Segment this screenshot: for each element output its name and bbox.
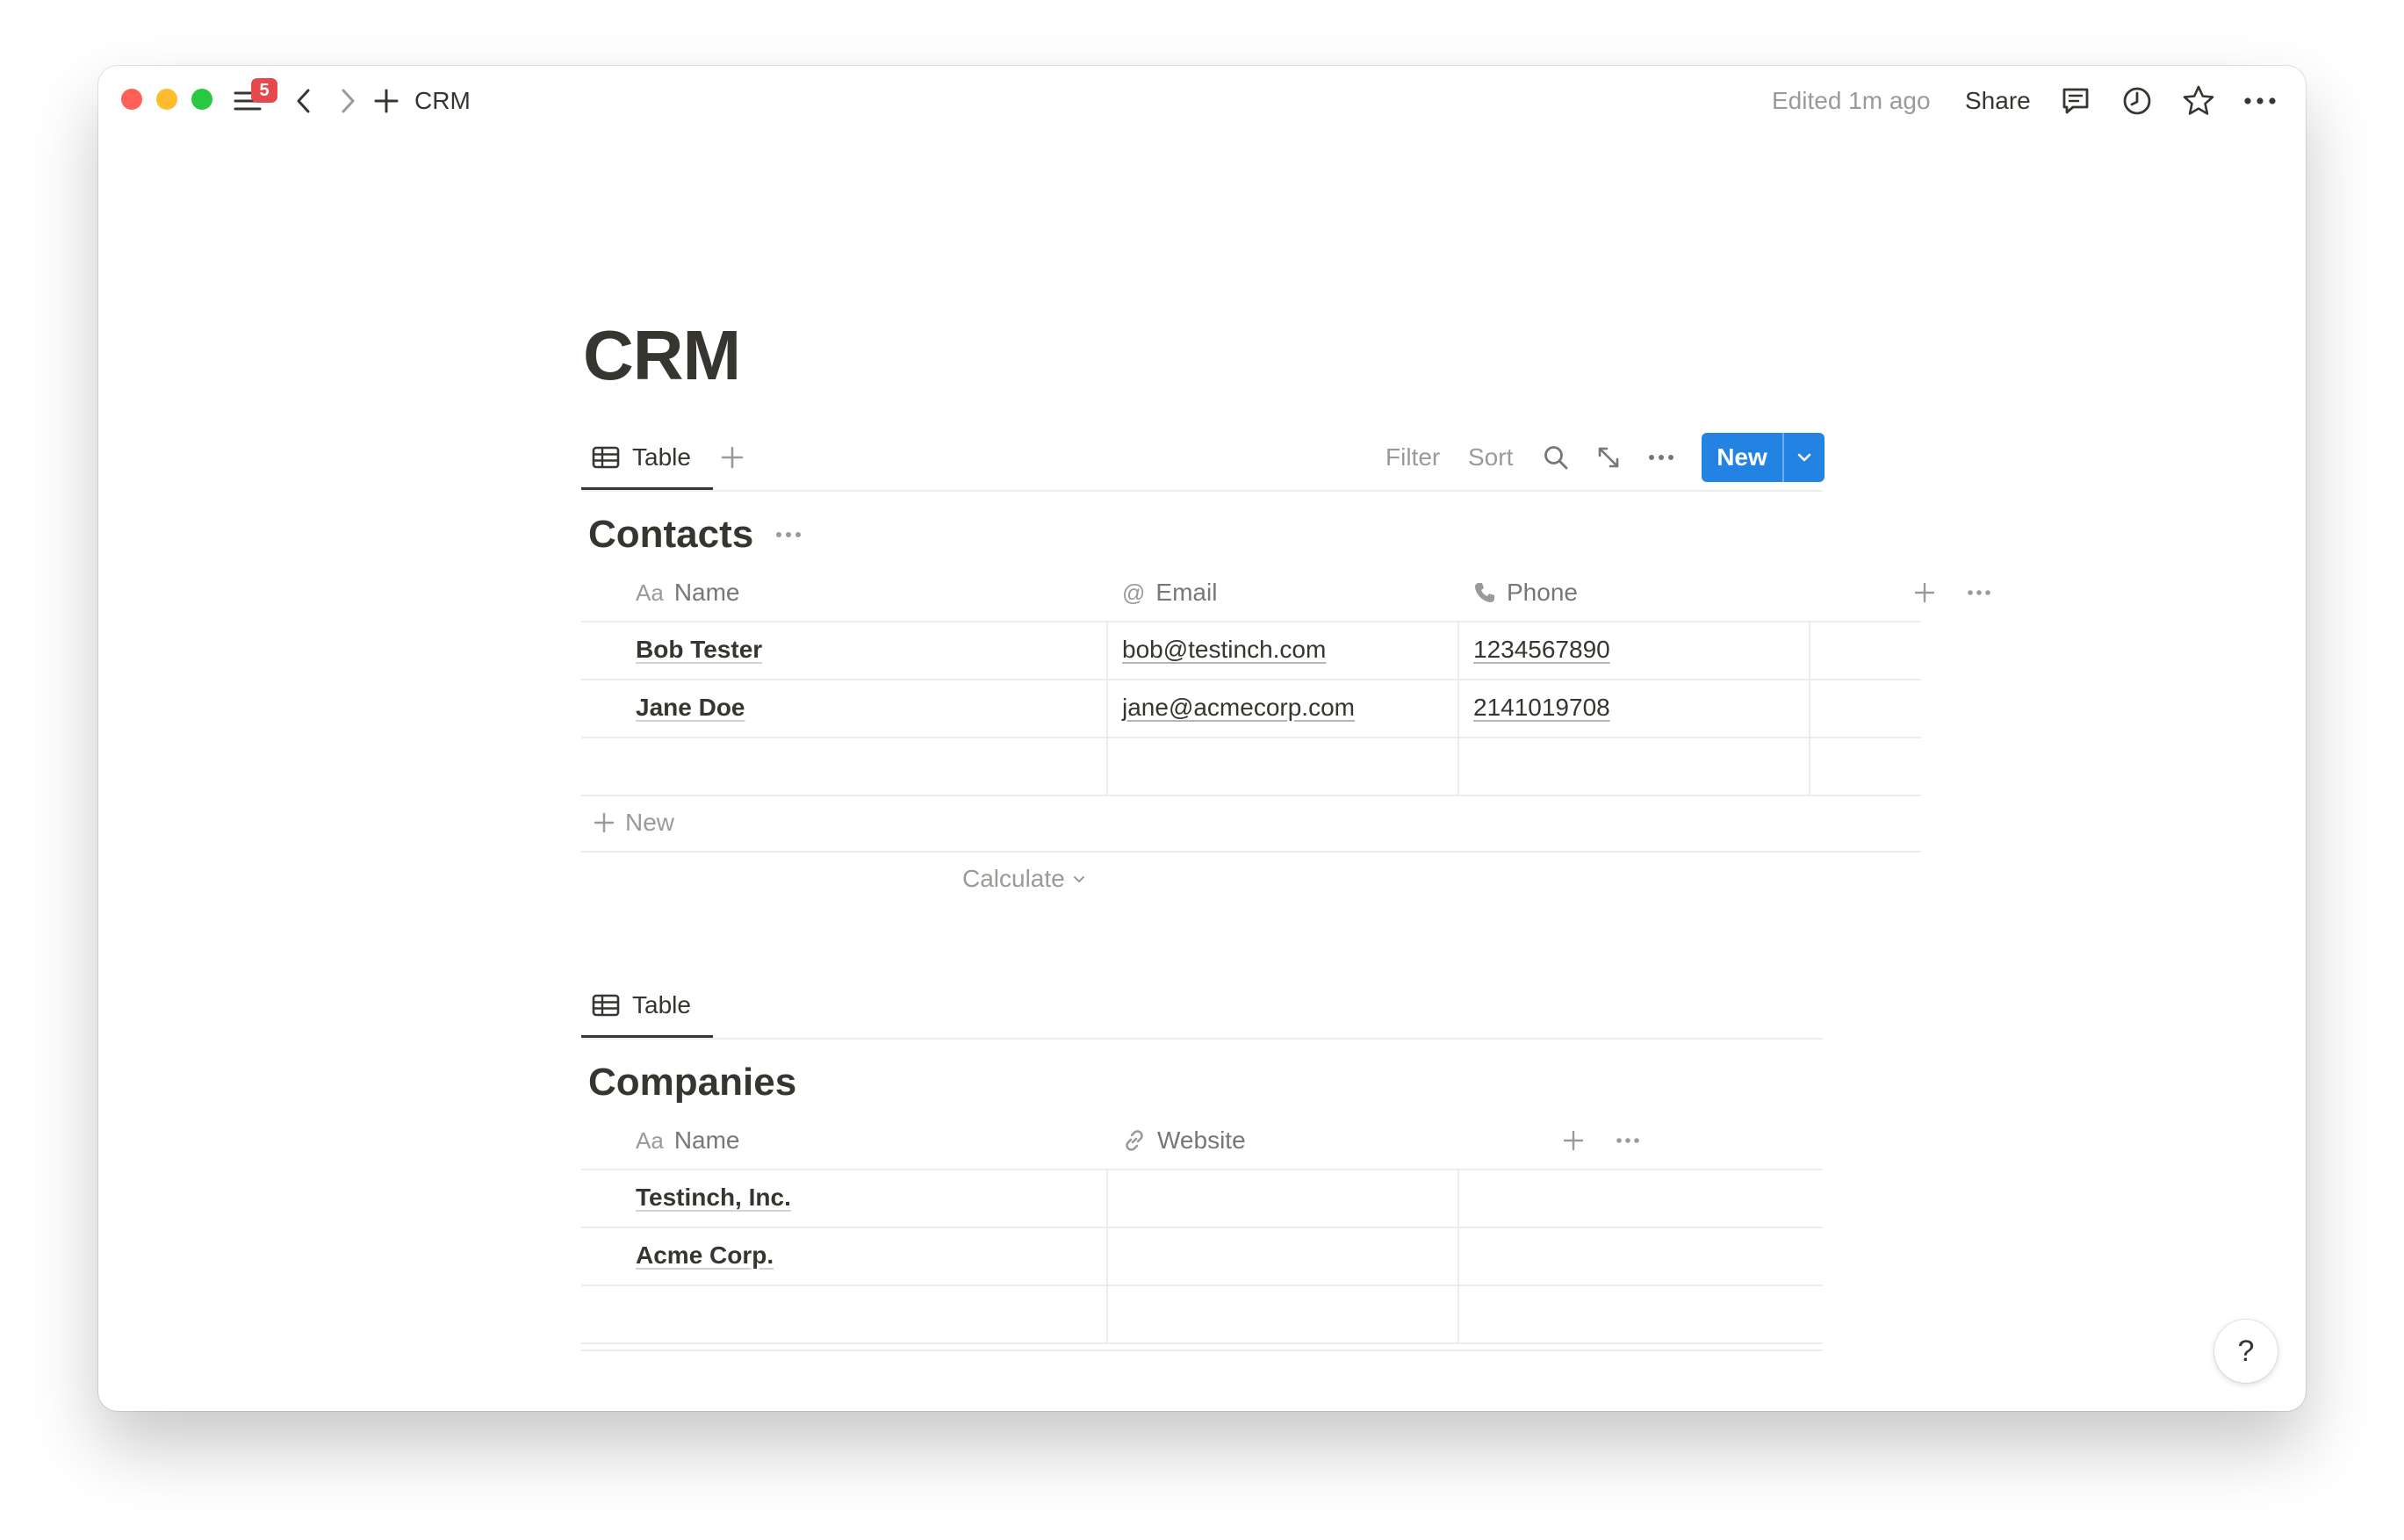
contact-email-cell[interactable]: bob@testinch.com: [1122, 632, 1326, 667]
column-header-name[interactable]: Aa Name: [636, 1123, 740, 1158]
contacts-more-icon[interactable]: [771, 517, 806, 552]
tab-table-contacts[interactable]: Table: [592, 435, 691, 480]
calculate-button[interactable]: Calculate: [962, 861, 1086, 896]
link-icon: [1122, 1128, 1147, 1153]
add-property-icon[interactable]: [1907, 575, 1942, 610]
contacts-title[interactable]: Contacts: [588, 508, 753, 561]
view-tabs-divider: [581, 490, 1823, 492]
company-name-cell[interactable]: Acme Corp.: [636, 1238, 774, 1273]
contact-email-cell[interactable]: jane@acmecorp.com: [1122, 690, 1355, 725]
company-name-cell[interactable]: Testinch, Inc.: [636, 1180, 791, 1215]
companies-title[interactable]: Companies: [588, 1056, 796, 1109]
back-arrow-icon[interactable]: [286, 83, 321, 119]
new-record-button[interactable]: New: [1702, 433, 1825, 482]
table-more-icon[interactable]: [1610, 1123, 1645, 1158]
tab-label: Table: [632, 991, 691, 1018]
column-header-phone[interactable]: Phone: [1473, 575, 1578, 610]
view-tabs-divider: [581, 1038, 1823, 1040]
edited-timestamp: Edited 1m ago: [1772, 87, 1931, 114]
chevron-down-icon: [1072, 874, 1086, 884]
table-icon: [592, 446, 620, 469]
contact-name-cell[interactable]: Bob Tester: [636, 632, 762, 667]
text-property-icon: Aa: [636, 579, 664, 606]
share-button[interactable]: Share: [1965, 83, 2031, 119]
plus-icon: [594, 812, 615, 833]
sort-button[interactable]: Sort: [1468, 440, 1513, 475]
contact-phone-cell[interactable]: 1234567890: [1473, 632, 1610, 667]
column-header-website[interactable]: Website: [1122, 1123, 1246, 1158]
new-button-label: New: [1717, 443, 1767, 471]
phone-icon: [1473, 581, 1496, 604]
breadcrumb[interactable]: CRM: [414, 83, 471, 119]
expand-icon[interactable]: [1591, 440, 1626, 475]
star-icon[interactable]: [2179, 82, 2218, 120]
tab-label: Table: [632, 443, 691, 471]
filter-button[interactable]: Filter: [1386, 440, 1440, 475]
forward-arrow-icon[interactable]: [330, 83, 365, 119]
view-more-icon[interactable]: [1644, 440, 1679, 475]
at-sign-icon: @: [1122, 579, 1146, 606]
add-property-icon[interactable]: [1556, 1123, 1591, 1158]
notification-badge: 5: [251, 78, 277, 103]
add-new-row-button[interactable]: New: [594, 805, 674, 840]
history-clock-icon[interactable]: [2118, 82, 2156, 120]
page-title[interactable]: CRM: [583, 312, 741, 399]
maximize-window-button[interactable]: [191, 89, 212, 110]
chevron-down-icon[interactable]: [1784, 452, 1825, 463]
more-icon[interactable]: [2241, 82, 2279, 120]
app-window: 5 CRM Edited 1m ago Share CRM Table Filt…: [98, 66, 2306, 1411]
table-more-icon[interactable]: [1961, 575, 1997, 610]
comment-icon[interactable]: [2056, 82, 2095, 120]
add-view-icon[interactable]: [715, 440, 750, 475]
add-icon[interactable]: [369, 83, 404, 119]
minimize-window-button[interactable]: [156, 89, 177, 110]
table-icon: [592, 994, 620, 1017]
help-button[interactable]: ?: [2214, 1320, 2278, 1383]
contact-phone-cell[interactable]: 2141019708: [1473, 690, 1610, 725]
title-bar: 5 CRM Edited 1m ago Share: [98, 66, 2306, 136]
tab-table-companies[interactable]: Table: [592, 982, 691, 1028]
close-window-button[interactable]: [121, 89, 142, 110]
text-property-icon: Aa: [636, 1126, 664, 1154]
column-header-name[interactable]: Aa Name: [636, 575, 740, 610]
column-header-email[interactable]: @ Email: [1122, 575, 1217, 610]
search-icon[interactable]: [1538, 440, 1573, 475]
contact-name-cell[interactable]: Jane Doe: [636, 690, 745, 725]
